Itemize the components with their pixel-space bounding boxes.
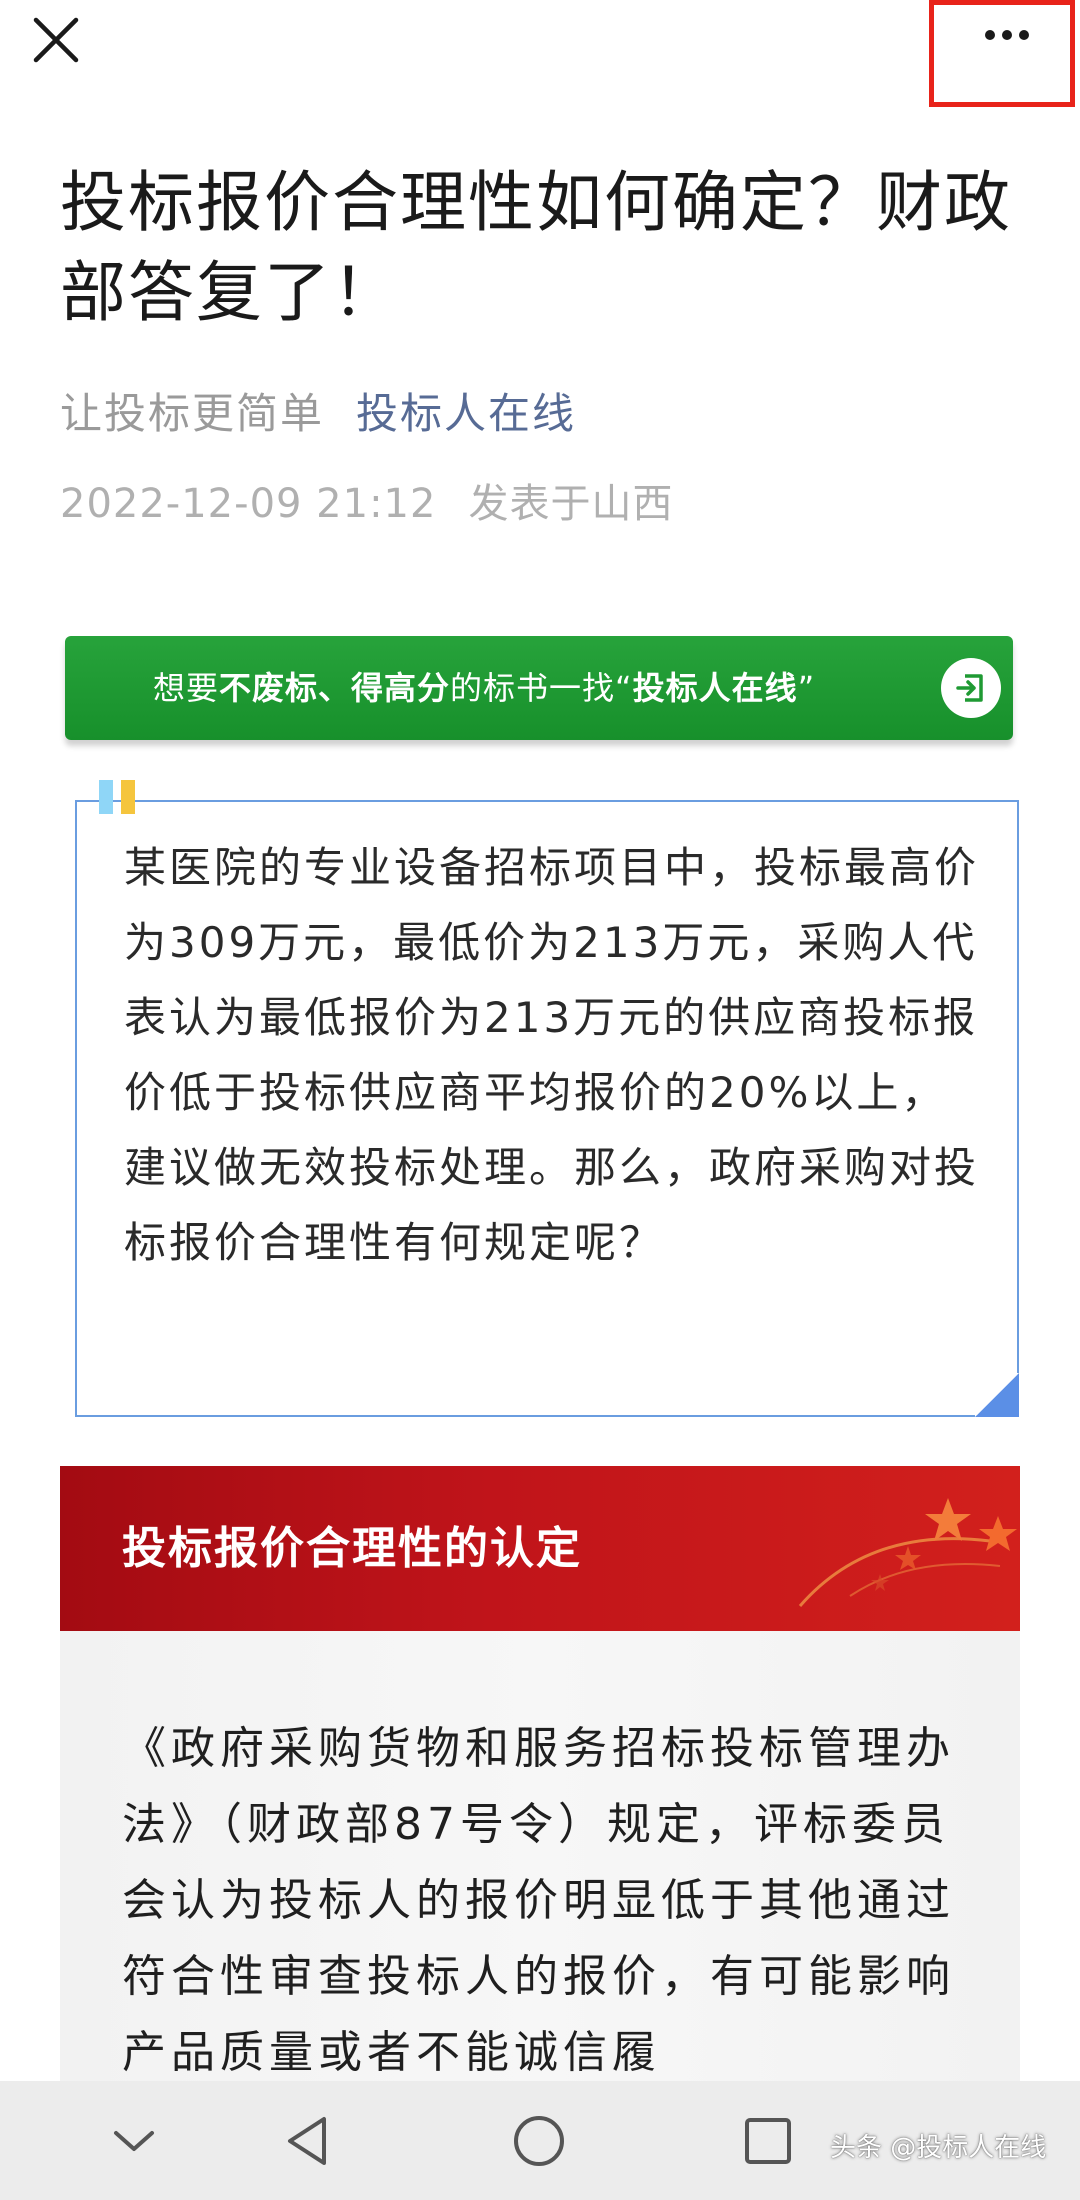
quote-text: 某医院的专业设备招标项目中，投标最高价为309万元，最低价为213万元，采购人代… [124, 843, 980, 1267]
back-triangle-icon[interactable] [272, 2105, 344, 2177]
enter-arrow-icon [941, 658, 1001, 718]
section-header: 投标报价合理性的认定 [60, 1466, 1020, 1631]
section-title: 投标报价合理性的认定 [122, 1523, 582, 1574]
more-button-highlight [929, 0, 1075, 107]
promo-text: 想要不废标、得高分的标书一找“投标人在线” [153, 669, 816, 707]
top-bar [0, 0, 1080, 120]
publish-date: 2022-12-09 21:12 [60, 481, 437, 527]
stars-decoration-icon [790, 1486, 1020, 1626]
quote-box: 某医院的专业设备招标项目中，投标最高价为309万元，最低价为213万元，采购人代… [75, 800, 1019, 1417]
account-link[interactable]: 投标人在线 [356, 389, 576, 438]
close-icon[interactable] [28, 12, 84, 68]
folded-corner-icon [975, 1373, 1019, 1417]
promo-banner[interactable]: 想要不废标、得高分的标书一找“投标人在线” [65, 636, 1013, 740]
more-dots-icon[interactable] [984, 27, 1030, 41]
article-title: 投标报价合理性如何确定？财政部答复了！ [60, 164, 1012, 331]
publish-location: 发表于山西 [468, 481, 674, 527]
chevron-down-icon[interactable] [98, 2105, 170, 2177]
recents-square-icon[interactable] [732, 2105, 804, 2177]
home-circle-icon[interactable] [503, 2105, 575, 2177]
article-meta: 让投标更简单 投标人在线 [60, 386, 576, 442]
publish-info: 2022-12-09 21:12 发表于山西 [60, 476, 673, 532]
body-panel: 《政府采购货物和服务招标投标管理办法》（财政部87号令）规定，评标委员会认为投标… [60, 1631, 1020, 2081]
author-label: 让投标更简单 [60, 389, 325, 438]
watermark: 头条 @投标人在线 [830, 2133, 1047, 2163]
quote-marker-icon [99, 780, 139, 814]
body-text: 《政府采购货物和服务招标投标管理办法》（财政部87号令）规定，评标委员会认为投标… [122, 1723, 955, 2078]
